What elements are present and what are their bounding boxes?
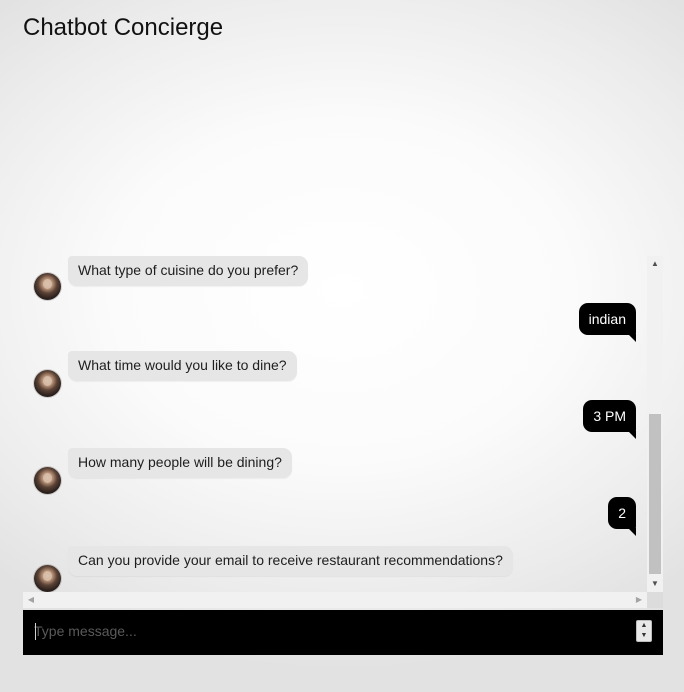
horizontal-scrollbar[interactable]: ◀ ▶: [23, 592, 647, 608]
bot-message-bubble: Can you provide your email to receive re…: [68, 546, 513, 576]
text-cursor: [35, 623, 36, 640]
bot-avatar: [34, 273, 61, 300]
bot-avatar: [34, 467, 61, 494]
message-input[interactable]: [34, 619, 624, 643]
triangle-right-icon[interactable]: ▶: [631, 592, 647, 608]
vertical-scroll-thumb[interactable]: [649, 414, 661, 574]
bot-message-bubble: How many people will be dining?: [68, 448, 292, 478]
chat-panel: What type of cuisine do you prefer? indi…: [23, 256, 663, 608]
message-spinner[interactable]: ▲ ▼: [636, 620, 652, 642]
app-title: Chatbot Concierge: [23, 14, 224, 41]
bot-avatar: [34, 565, 61, 592]
bot-message-bubble: What time would you like to dine?: [68, 351, 297, 381]
vertical-scrollbar[interactable]: ▲ ▼: [647, 256, 663, 592]
triangle-down-icon[interactable]: ▼: [647, 576, 663, 592]
spinner-down-icon[interactable]: ▼: [637, 631, 651, 641]
message-list[interactable]: What type of cuisine do you prefer? indi…: [23, 256, 647, 592]
user-message-bubble: indian: [578, 303, 637, 342]
scrollbar-corner: [647, 592, 663, 608]
triangle-up-icon[interactable]: ▲: [647, 256, 663, 272]
triangle-left-icon[interactable]: ◀: [23, 592, 39, 608]
user-message-bubble: 2: [608, 497, 636, 536]
user-message-bubble: 3 PM: [583, 400, 636, 439]
bot-avatar: [34, 370, 61, 397]
bot-message-bubble: What type of cuisine do you prefer?: [68, 256, 309, 286]
message-composer: ▲ ▼: [23, 610, 663, 655]
spinner-up-icon[interactable]: ▲: [637, 621, 651, 631]
